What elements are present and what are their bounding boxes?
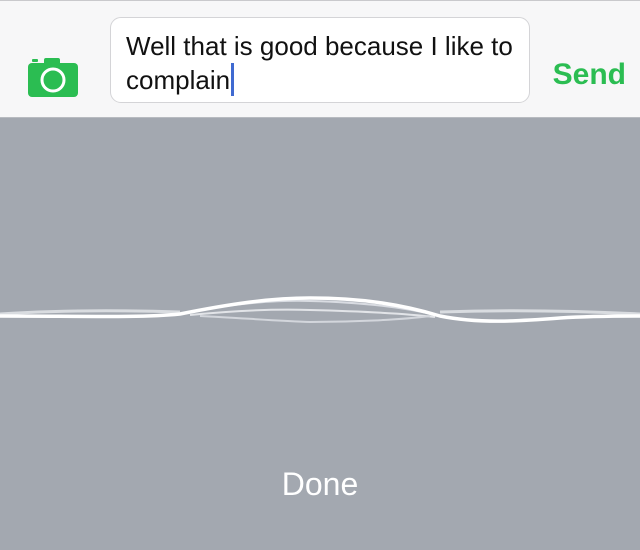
message-text: Well that is good because I like to comp…	[126, 31, 513, 95]
camera-icon	[28, 58, 78, 97]
compose-bar: Well that is good because I like to comp…	[0, 0, 640, 118]
camera-button[interactable]	[26, 53, 82, 99]
message-input[interactable]: Well that is good because I like to comp…	[110, 17, 530, 103]
audio-waveform-icon	[0, 296, 640, 324]
done-button[interactable]: Done	[0, 460, 640, 508]
send-button[interactable]: Send	[553, 57, 626, 93]
text-caret	[231, 63, 235, 96]
